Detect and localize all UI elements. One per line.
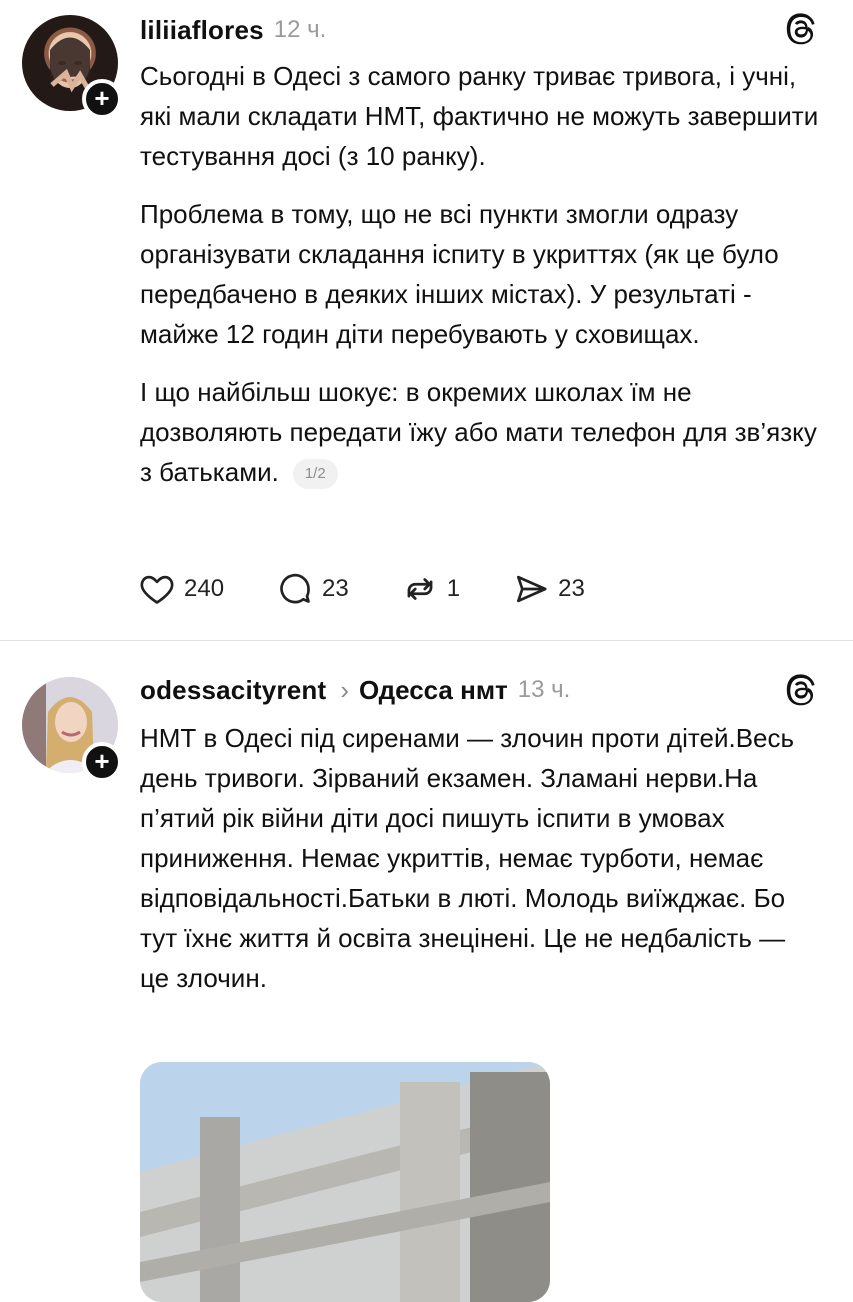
repost-icon xyxy=(407,578,433,600)
timestamp: 13 ч. xyxy=(517,676,571,703)
comment-icon xyxy=(280,573,310,604)
post-body: НМТ в Одесі під сиренами — злочин проти … xyxy=(140,718,810,1016)
comment-button[interactable]: 23 xyxy=(276,570,349,608)
post-paragraph: Сьогодні в Одесі з самого ранку триває т… xyxy=(140,61,819,171)
threads-icon[interactable] xyxy=(783,12,817,46)
like-button[interactable]: 240 xyxy=(138,570,224,608)
post-body: Сьогодні в Одесі з самого ранку триває т… xyxy=(140,56,830,510)
chevron-right-icon: › xyxy=(340,674,349,705)
action-bar: 240 23 1 23 xyxy=(138,570,637,608)
heart-icon xyxy=(140,575,174,604)
repost-count: 1 xyxy=(446,575,461,602)
post-divider xyxy=(0,640,853,641)
post-header: odessacityrent › Одесса нмт 13 ч. xyxy=(140,670,570,710)
follow-button[interactable]: + xyxy=(82,742,122,782)
topic-tag[interactable]: Одесса нмт xyxy=(359,675,508,706)
send-icon xyxy=(517,575,547,603)
post-paragraph: І що найбільш шокує: в окремих школах їм… xyxy=(140,372,830,492)
comment-count: 23 xyxy=(322,575,349,602)
follow-button[interactable]: + xyxy=(82,79,122,119)
like-count: 240 xyxy=(184,575,225,602)
post-paragraph-text: І що найбільш шокує: в окремих школах їм… xyxy=(140,377,817,487)
share-count: 23 xyxy=(558,575,585,602)
post-paragraph: Проблема в тому, що не всі пункти змогли… xyxy=(140,199,779,349)
post-image[interactable] xyxy=(140,1062,550,1302)
repost-button[interactable]: 1 xyxy=(401,570,460,608)
username[interactable]: odessacityrent xyxy=(140,675,326,706)
post-header: liliiaflores 12 ч. xyxy=(140,10,326,50)
share-button[interactable]: 23 xyxy=(512,570,585,608)
post-paragraph: НМТ в Одесі під сиренами — злочин проти … xyxy=(140,723,795,993)
timestamp: 12 ч. xyxy=(273,16,327,43)
page-indicator: 1/2 xyxy=(292,459,338,490)
threads-icon[interactable] xyxy=(783,673,817,707)
building-photo xyxy=(140,1062,550,1302)
username[interactable]: liliiaflores xyxy=(140,15,264,46)
